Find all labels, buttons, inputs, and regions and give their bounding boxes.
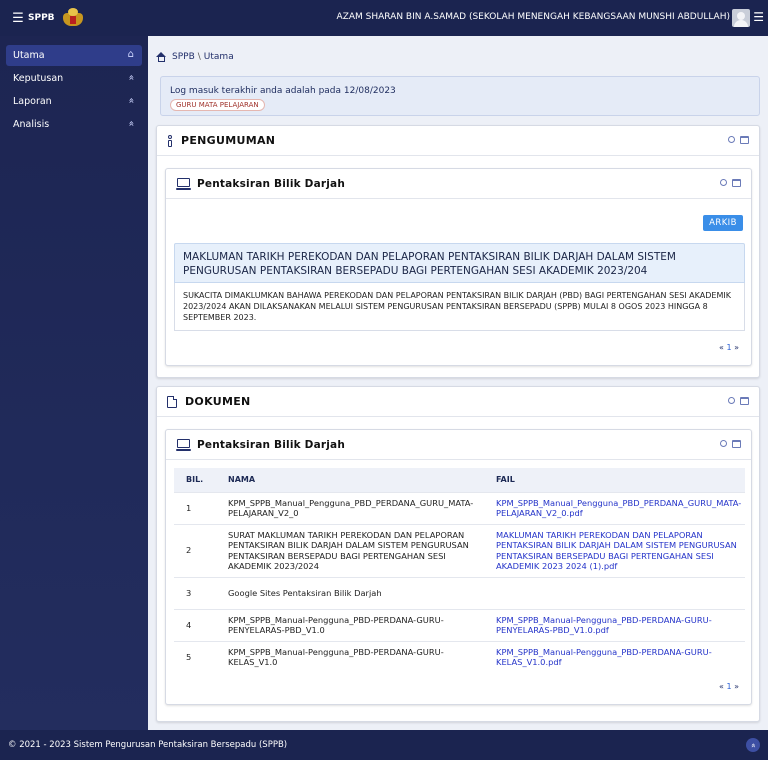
crest-icon xyxy=(61,7,85,29)
table-row: 2 SURAT MAKLUMAN TARIKH PEREKODAN DAN PE… xyxy=(174,523,745,577)
pagination-page[interactable]: 1 xyxy=(726,682,731,691)
table-row: 5 KPM_SPPB_Manual-Pengguna_PBD-PERDANA-G… xyxy=(174,640,745,673)
window-icon[interactable] xyxy=(740,136,749,144)
brand-name[interactable]: SPPB xyxy=(28,13,55,23)
settings-icon[interactable] xyxy=(728,397,735,404)
chevron-up-icon: « xyxy=(748,742,758,748)
chevron-up-icon: « xyxy=(125,120,137,127)
row-number: 4 xyxy=(174,608,224,641)
laptop-icon xyxy=(176,177,191,190)
document-file-link[interactable]: KPM_SPPB_Manual_Pengguna_PBD_PERDANA_GUR… xyxy=(492,491,745,524)
document-file-link[interactable]: KPM_SPPB_Manual-Pengguna_PBD-PERDANA-GUR… xyxy=(492,608,745,641)
documents-panel: DOKUMEN Pentaksiran Bilik Darjah BIL. NA… xyxy=(156,386,760,722)
window-icon[interactable] xyxy=(740,397,749,405)
last-login-notice: Log masuk terakhir anda adalah pada 12/0… xyxy=(160,76,760,116)
documents-panel-header: DOKUMEN xyxy=(157,387,759,417)
scroll-top-button[interactable]: « xyxy=(746,738,760,752)
document-icon xyxy=(167,395,177,408)
announcement-subpanel: Pentaksiran Bilik Darjah ARKIB MAKLUMAN … xyxy=(165,168,752,366)
hamburger-icon[interactable]: ☰ xyxy=(12,11,24,26)
info-icon xyxy=(167,134,173,147)
home-icon[interactable] xyxy=(156,52,167,62)
window-icon[interactable] xyxy=(732,179,741,187)
role-badge: GURU MATA PELAJARAN xyxy=(170,99,265,111)
announcement-panel-header: PENGUMUMAN xyxy=(157,126,759,156)
documents-subpanel-title: Pentaksiran Bilik Darjah xyxy=(197,438,346,451)
document-file-link[interactable]: KPM_SPPB_Manual-Pengguna_PBD-PERDANA-GUR… xyxy=(492,640,745,673)
documents-title: DOKUMEN xyxy=(185,395,251,408)
row-number: 5 xyxy=(174,640,224,673)
column-header-bil: BIL. xyxy=(174,468,224,492)
document-name: KPM_SPPB_Manual_Pengguna_PBD_PERDANA_GUR… xyxy=(224,491,492,524)
column-header-fail: FAIL xyxy=(492,468,745,492)
document-name: SURAT MAKLUMAN TARIKH PEREKODAN DAN PELA… xyxy=(224,523,492,577)
table-header-row: BIL. NAMA FAIL xyxy=(174,468,745,492)
pagination-next[interactable]: » xyxy=(734,682,739,691)
announcement-subpanel-title: Pentaksiran Bilik Darjah xyxy=(197,177,346,190)
announcement-item-title: MAKLUMAN TARIKH PEREKODAN DAN PELAPORAN … xyxy=(174,243,745,283)
chevron-up-icon: « xyxy=(125,97,137,104)
document-name: KPM_SPPB_Manual-Pengguna_PBD-PERDANA-GUR… xyxy=(224,640,492,673)
footer-copyright: © 2021 - 2023 Sistem Pengurusan Pentaksi… xyxy=(8,740,288,750)
announcement-item-body: SUKACITA DIMAKLUMKAN BAHAWA PEREKODAN DA… xyxy=(174,283,745,331)
avatar-icon[interactable] xyxy=(732,9,750,27)
sidebar-item-label: Keputusan xyxy=(13,73,64,84)
table-row: 4 KPM_SPPB_Manual-Pengguna_PBD-PERDANA-G… xyxy=(174,608,745,641)
sidebar: Utama ⌂ Keputusan « Laporan « Analisis « xyxy=(0,36,148,730)
sidebar-item-analisis[interactable]: Analisis « xyxy=(6,114,142,135)
sidebar-item-keputusan[interactable]: Keputusan « xyxy=(6,68,142,89)
announcement-panel: PENGUMUMAN Pentaksiran Bilik Darjah ARKI… xyxy=(156,125,760,378)
column-header-nama: NAMA xyxy=(224,468,492,492)
breadcrumb-current: Utama xyxy=(203,52,234,62)
document-name: KPM_SPPB_Manual-Pengguna_PBD-PERDANA-GUR… xyxy=(224,608,492,641)
footer: © 2021 - 2023 Sistem Pengurusan Pentaksi… xyxy=(0,730,768,760)
chevron-up-icon: « xyxy=(125,74,137,81)
laptop-icon xyxy=(176,438,191,451)
home-icon: ⌂ xyxy=(127,49,134,60)
sidebar-item-label: Analisis xyxy=(13,119,50,130)
settings-icon[interactable] xyxy=(720,440,727,447)
top-bar: ☰ SPPB AZAM SHARAN BIN A.SAMAD (SEKOLAH … xyxy=(0,0,768,36)
settings-icon[interactable] xyxy=(720,179,727,186)
table-row: 1 KPM_SPPB_Manual_Pengguna_PBD_PERDANA_G… xyxy=(174,491,745,524)
announcement-title: PENGUMUMAN xyxy=(181,134,276,147)
document-name: Google Sites Pentaksiran Bilik Darjah xyxy=(224,576,492,609)
pagination-prev[interactable]: « xyxy=(719,682,724,691)
pagination-prev[interactable]: « xyxy=(719,343,724,352)
sidebar-item-label: Utama xyxy=(13,50,45,61)
last-login-message: Log masuk terakhir anda adalah pada 12/0… xyxy=(170,86,396,96)
documents-pagination: « 1 » xyxy=(719,682,739,691)
sidebar-item-utama[interactable]: Utama ⌂ xyxy=(6,45,142,66)
row-number: 2 xyxy=(174,523,224,577)
table-row: 3 Google Sites Pentaksiran Bilik Darjah xyxy=(174,576,745,609)
breadcrumb: SPPB \ Utama xyxy=(156,52,234,62)
row-number: 3 xyxy=(174,576,224,609)
documents-subpanel: Pentaksiran Bilik Darjah BIL. NAMA FAIL xyxy=(165,429,752,705)
documents-table: BIL. NAMA FAIL 1 KPM_SPPB_Manual_Penggun… xyxy=(174,468,745,673)
documents-subpanel-header: Pentaksiran Bilik Darjah xyxy=(166,430,751,460)
user-menu-icon[interactable]: ☰ xyxy=(753,10,764,24)
window-icon[interactable] xyxy=(732,440,741,448)
user-name[interactable]: AZAM SHARAN BIN A.SAMAD (SEKOLAH MENENGA… xyxy=(337,12,730,22)
document-file-link[interactable] xyxy=(492,576,745,609)
announcement-pagination: « 1 » xyxy=(719,343,739,352)
breadcrumb-root[interactable]: SPPB xyxy=(172,52,195,62)
sidebar-item-laporan[interactable]: Laporan « xyxy=(6,91,142,112)
main-content: SPPB \ Utama Log masuk terakhir anda ada… xyxy=(148,36,768,730)
row-number: 1 xyxy=(174,491,224,524)
archive-button[interactable]: ARKIB xyxy=(703,215,743,231)
settings-icon[interactable] xyxy=(728,136,735,143)
document-file-link[interactable]: MAKLUMAN TARIKH PEREKODAN DAN PELAPORAN … xyxy=(492,523,745,577)
pagination-next[interactable]: » xyxy=(734,343,739,352)
breadcrumb-separator: \ xyxy=(197,52,201,62)
pagination-page[interactable]: 1 xyxy=(726,343,731,352)
announcement-subpanel-header: Pentaksiran Bilik Darjah xyxy=(166,169,751,199)
sidebar-item-label: Laporan xyxy=(13,96,52,107)
